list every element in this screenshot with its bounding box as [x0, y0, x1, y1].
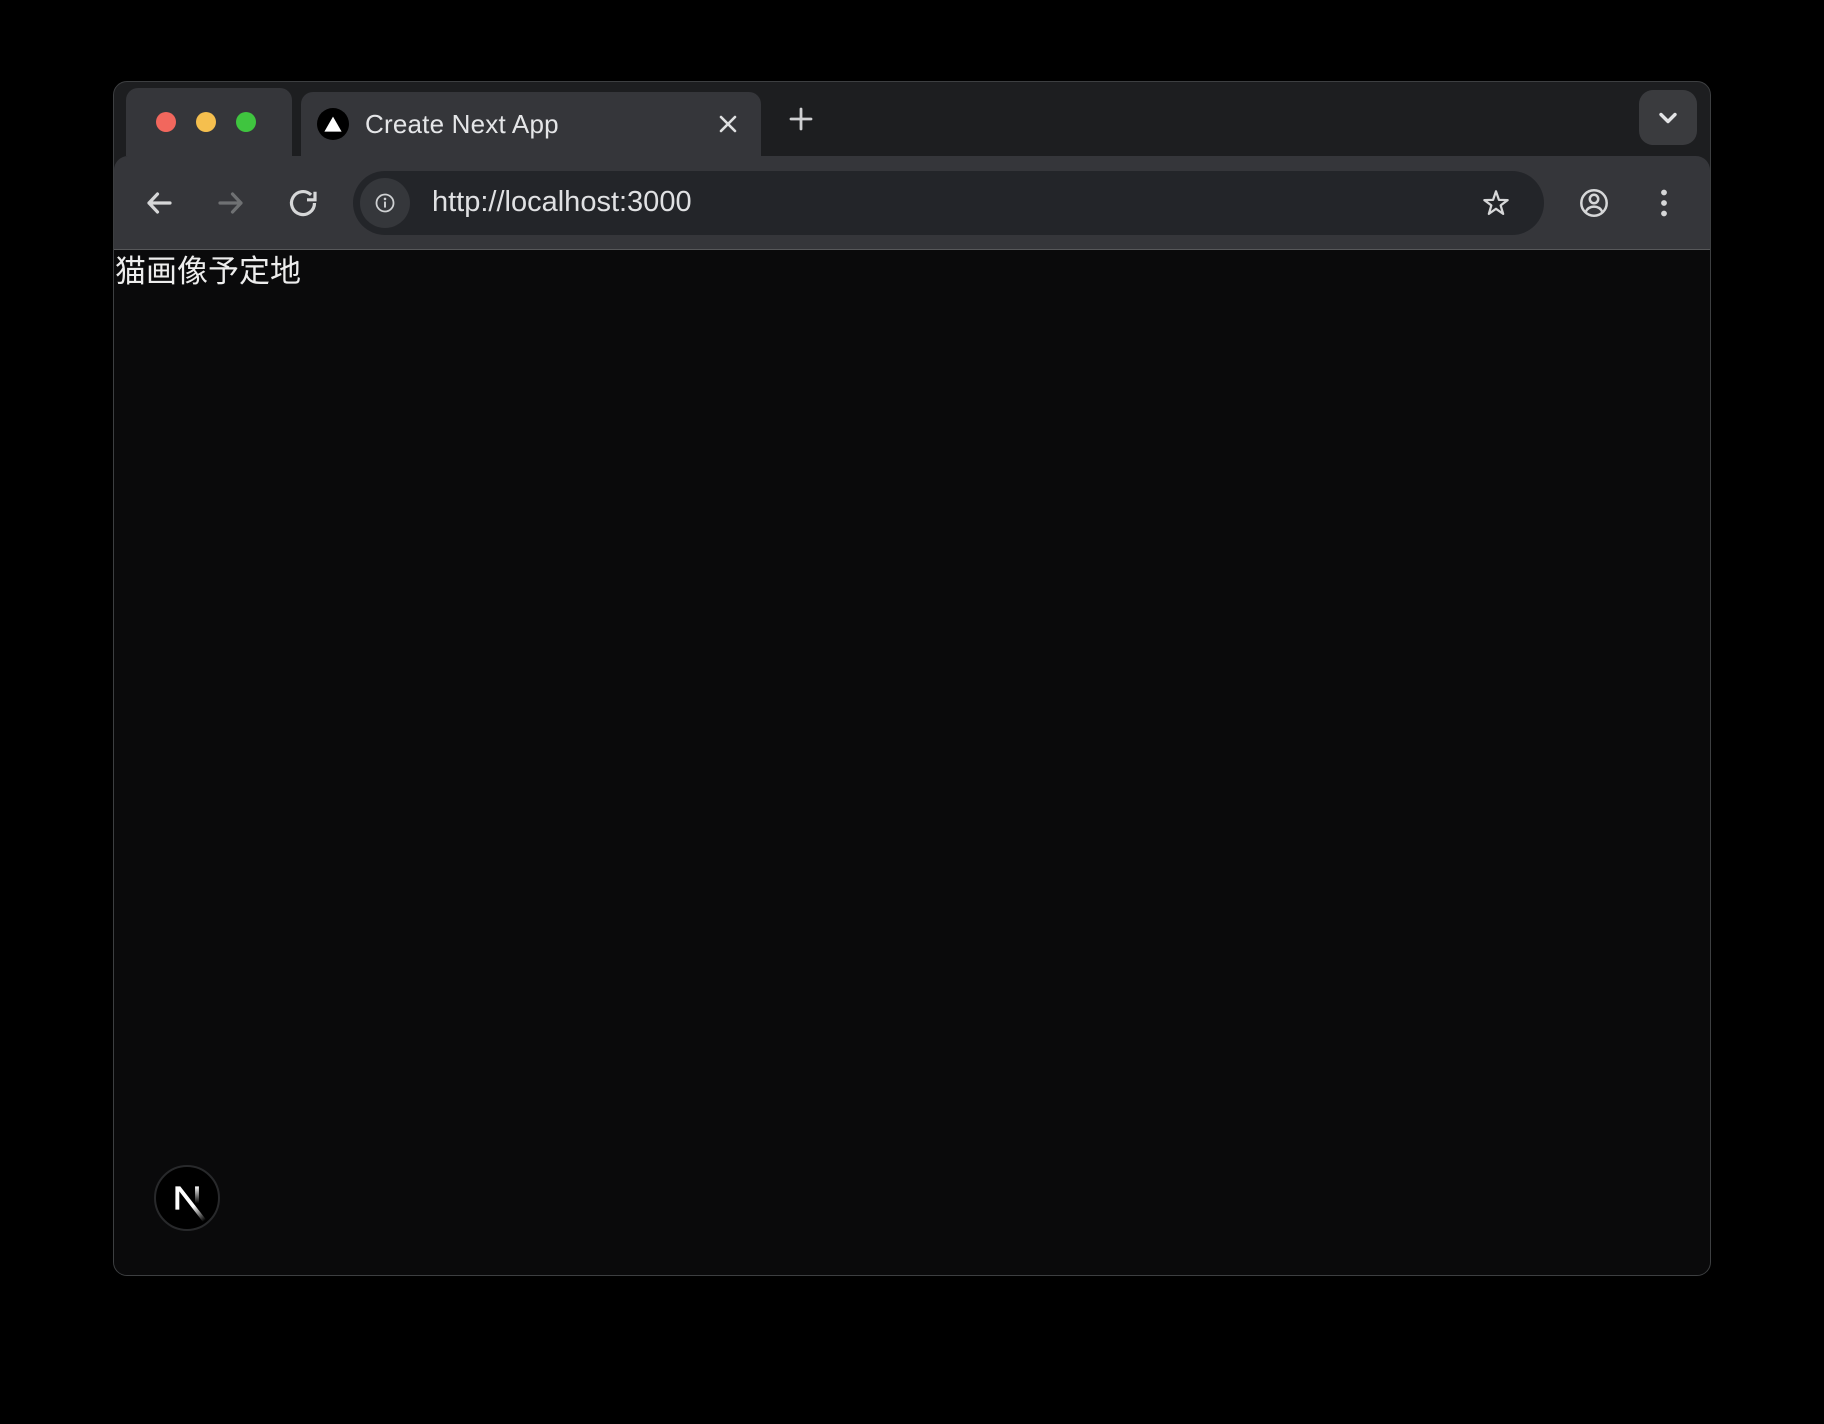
browser-toolbar: http://localhost:3000 [114, 156, 1710, 250]
window-controls [126, 88, 292, 156]
nextjs-n-logo [158, 1169, 216, 1227]
tab-strip: Create Next App [114, 82, 1710, 156]
browser-menu-button[interactable] [1642, 181, 1686, 225]
kebab-menu-icon [1642, 181, 1686, 225]
forward-button[interactable] [209, 181, 253, 225]
account-icon [1572, 181, 1616, 225]
tab-search-button[interactable] [1639, 90, 1697, 145]
new-tab-button[interactable] [779, 97, 823, 141]
arrow-left-icon [137, 181, 181, 225]
arrow-right-icon [209, 181, 253, 225]
cat-image-placeholder-text: 猫画像予定地 [114, 250, 1710, 290]
site-info-button[interactable] [360, 178, 410, 228]
vercel-triangle-icon [317, 108, 349, 140]
bookmark-button[interactable] [1476, 183, 1516, 223]
close-icon[interactable] [711, 107, 745, 141]
browser-window: Create Next App [113, 81, 1711, 1276]
tab-title: Create Next App [365, 109, 695, 140]
reload-icon [281, 181, 325, 225]
window-minimize-button[interactable] [196, 112, 216, 132]
profile-button[interactable] [1572, 181, 1616, 225]
nextjs-devtools-button[interactable] [154, 1165, 220, 1231]
reload-button[interactable] [281, 181, 325, 225]
back-button[interactable] [137, 181, 181, 225]
window-close-button[interactable] [156, 112, 176, 132]
browser-tab[interactable]: Create Next App [301, 92, 761, 156]
info-icon [370, 188, 400, 218]
chevron-down-icon [1651, 101, 1685, 135]
address-bar[interactable]: http://localhost:3000 [353, 171, 1544, 235]
window-zoom-button[interactable] [236, 112, 256, 132]
url-text: http://localhost:3000 [432, 186, 692, 219]
star-icon [1477, 184, 1515, 222]
page-viewport: 猫画像予定地 [114, 250, 1710, 1275]
